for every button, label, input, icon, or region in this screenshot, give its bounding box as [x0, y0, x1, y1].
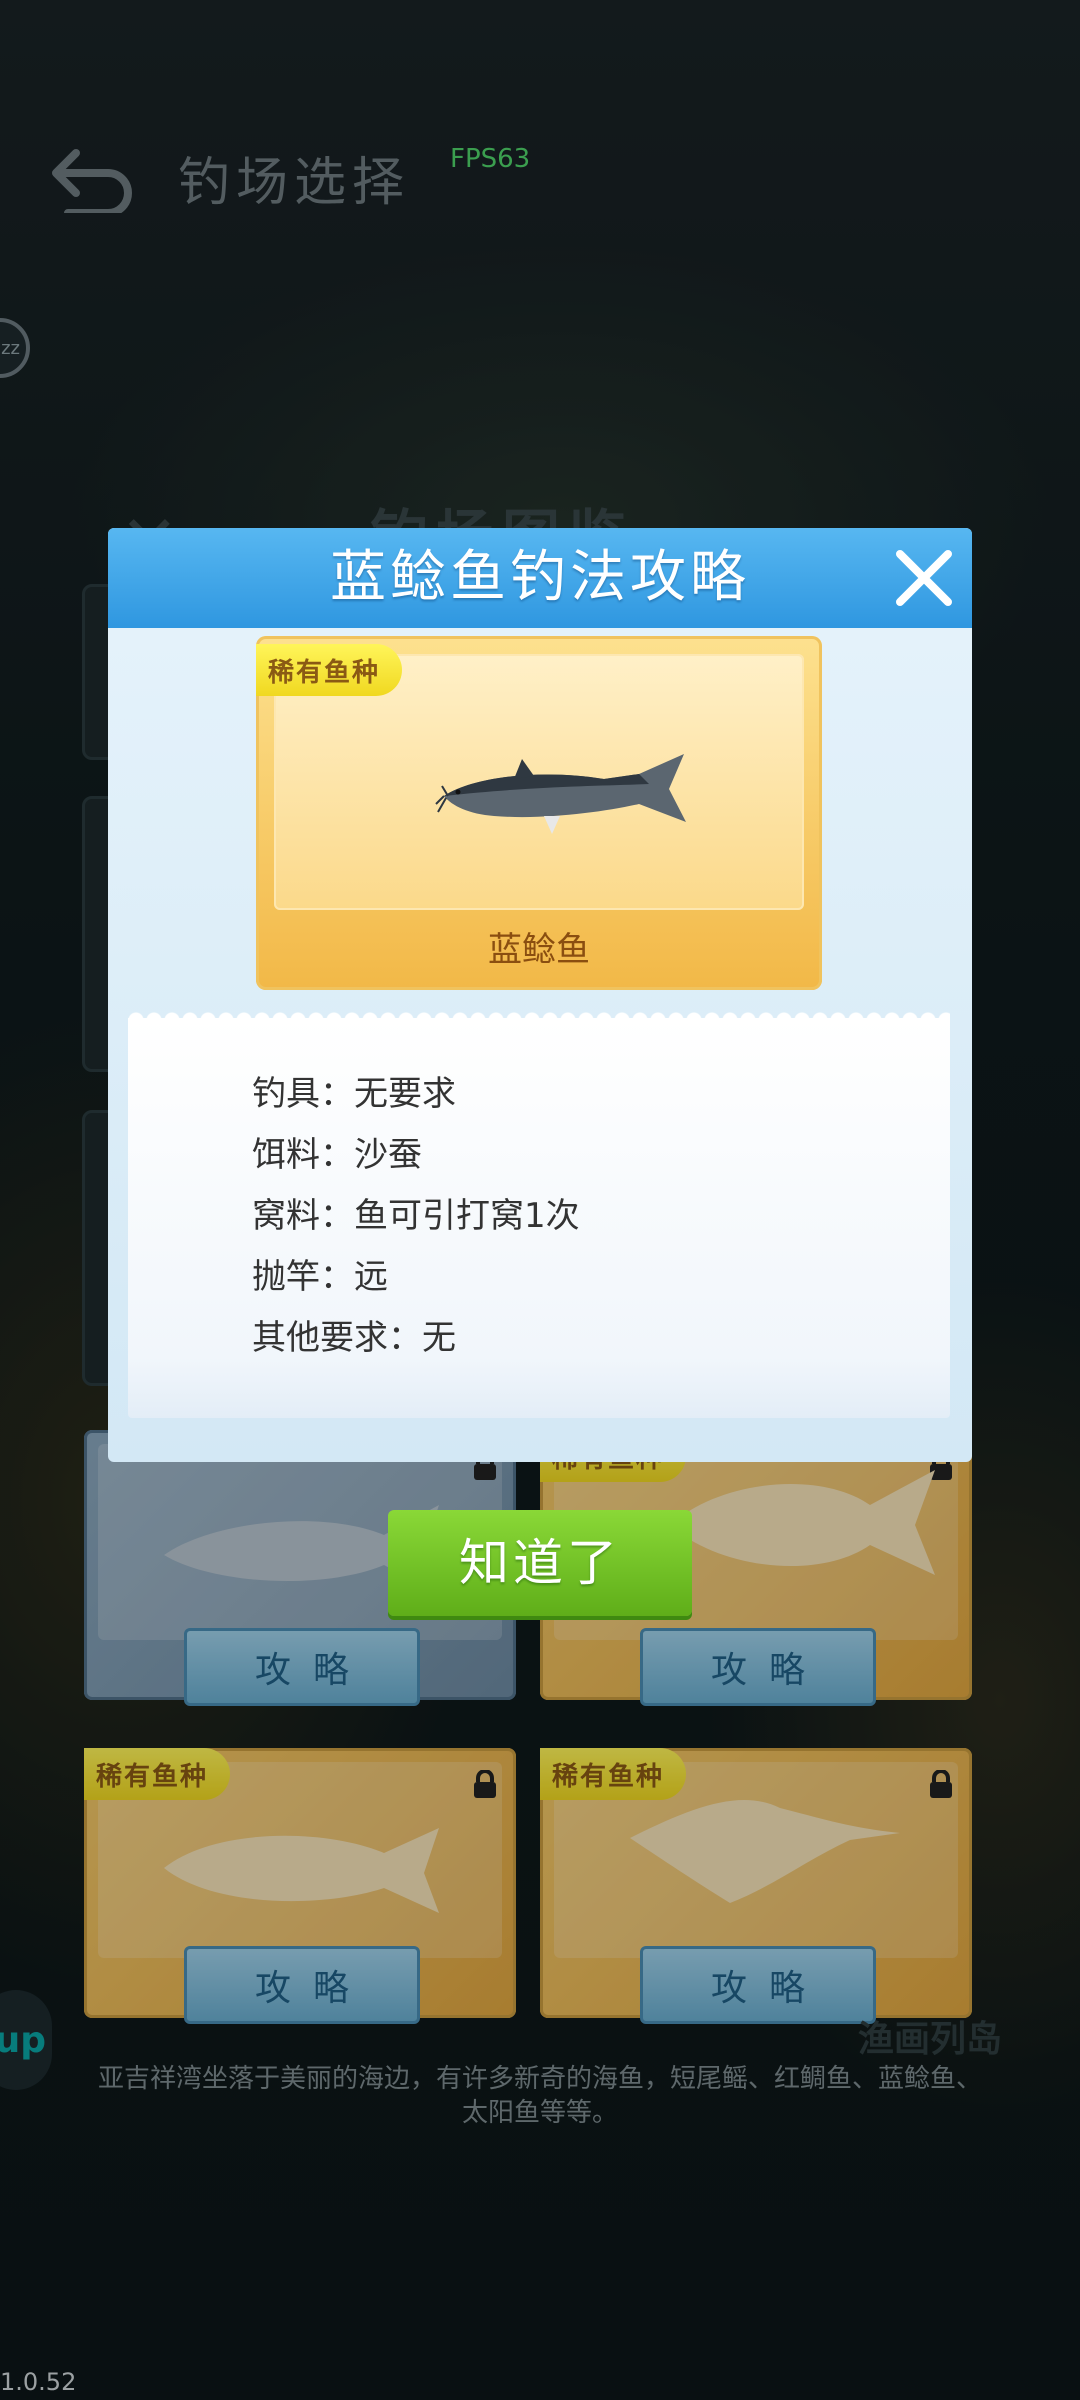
info-item-groundbait: 窝料：鱼可引打窝1次 [252, 1196, 580, 1236]
rare-fish-tag: 稀有鱼种 [256, 644, 403, 696]
ok-button[interactable]: 知道了 [388, 1510, 692, 1616]
close-icon[interactable] [888, 542, 960, 614]
dialog-title: 蓝鲶鱼钓法攻略 [330, 545, 750, 610]
strategy-dialog: 蓝鲶鱼钓法攻略 稀有鱼种 蓝鲶鱼 钓具：无要求 饵料：沙蚕 窝料：鱼可引打窝1次… [108, 528, 972, 1462]
info-item-casting: 抛竿：远 [252, 1257, 388, 1297]
fish-name: 蓝鲶鱼 [488, 930, 590, 970]
blue-catfish-image [435, 754, 686, 834]
fish-feature-card: 稀有鱼种 蓝鲶鱼 [256, 636, 822, 990]
fishing-info-panel: 钓具：无要求 饵料：沙蚕 窝料：鱼可引打窝1次 抛竿：远 其他要求：无 [128, 1008, 950, 1418]
info-item-tackle: 钓具：无要求 [252, 1074, 456, 1114]
info-list: 钓具：无要求 饵料：沙蚕 窝料：鱼可引打窝1次 抛竿：远 其他要求：无 [252, 1064, 580, 1369]
info-item-other: 其他要求：无 [252, 1318, 456, 1358]
info-item-bait: 饵料：沙蚕 [252, 1135, 422, 1175]
